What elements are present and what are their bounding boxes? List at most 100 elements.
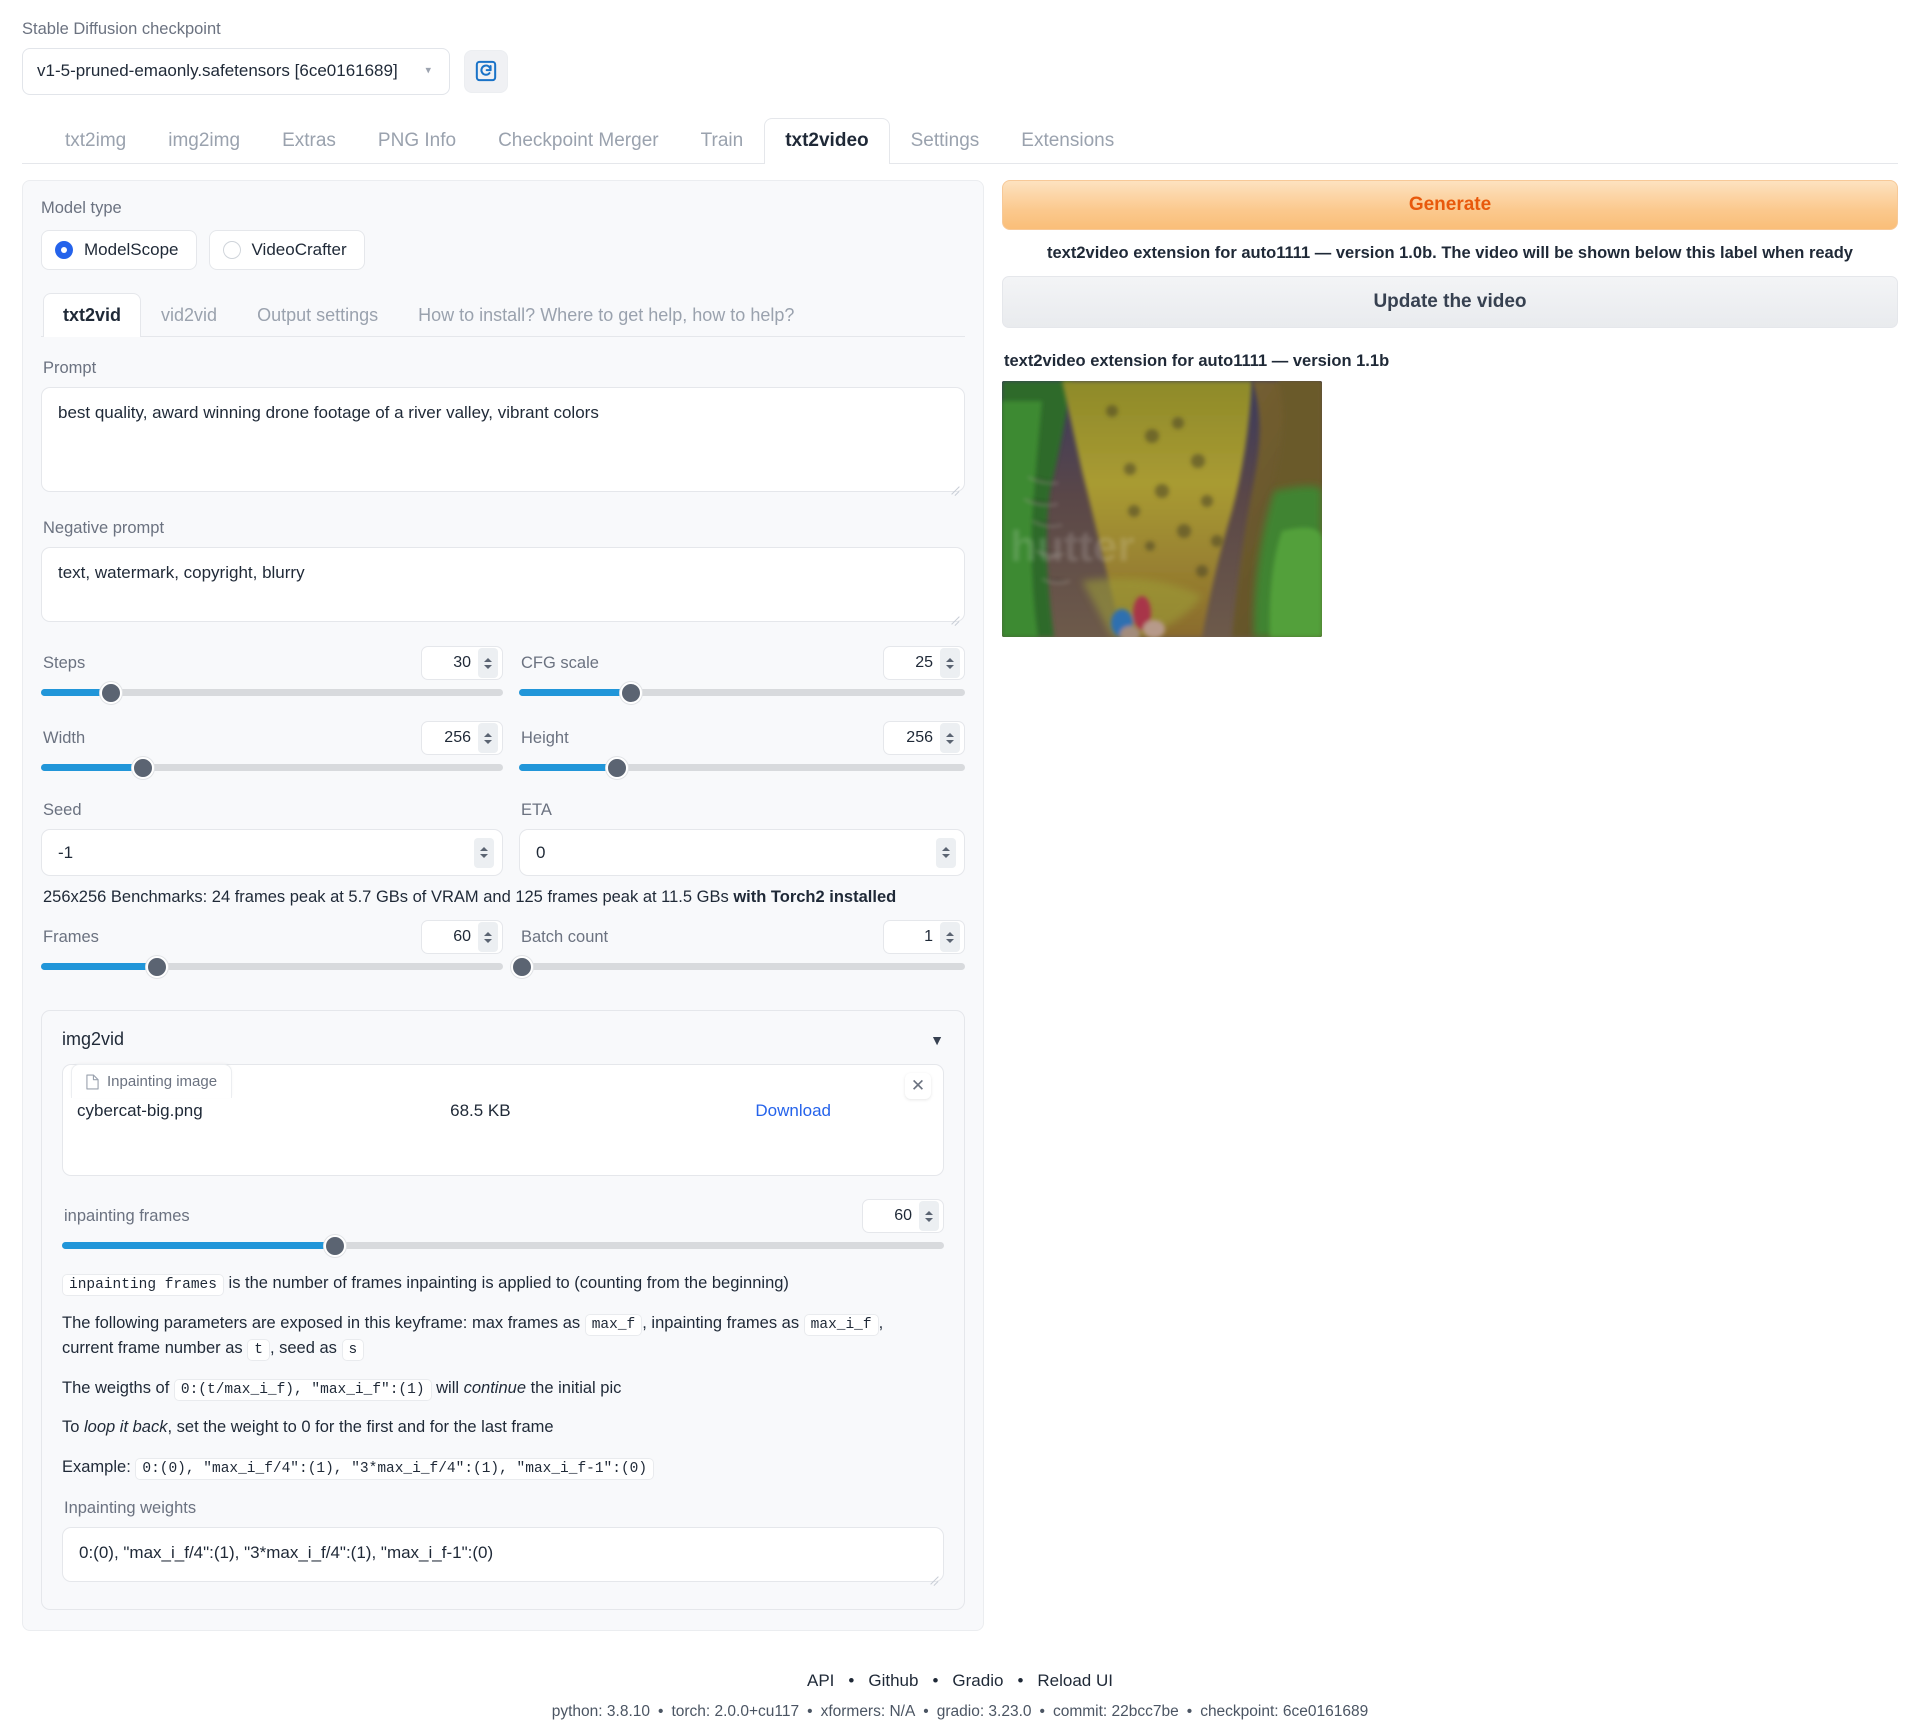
doc-line-2: The following parameters are exposed in … <box>62 1311 944 1362</box>
batch-count-slider[interactable] <box>510 955 965 978</box>
tab-extras[interactable]: Extras <box>261 118 357 164</box>
frames-slider[interactable] <box>41 955 503 978</box>
footer-separator: • <box>923 1702 929 1720</box>
steps-slider-group: Steps 30 <box>41 643 503 718</box>
footer-separator: • <box>1186 1702 1193 1720</box>
inpainting-image-tab[interactable]: Inpainting image <box>71 1064 233 1099</box>
frames-numbox[interactable]: 60 <box>421 920 503 955</box>
height-slider[interactable] <box>519 756 965 779</box>
tab-train[interactable]: Train <box>680 118 765 164</box>
steps-slider[interactable] <box>41 681 503 704</box>
refresh-checkpoints-button[interactable] <box>464 49 508 93</box>
doc-code-s: s <box>341 1339 365 1362</box>
doc-line-2c: , <box>878 1313 884 1332</box>
footer-link-gradio[interactable]: Gradio <box>952 1671 1003 1690</box>
version-commit: commit: 22bcc7be <box>1052 1702 1179 1720</box>
svg-text:hutter: hutter <box>1010 522 1135 571</box>
height-numbox[interactable]: 256 <box>883 721 965 756</box>
cfg-scale-stepper[interactable] <box>940 648 960 679</box>
doc-code-example: 0:(0), "max_i_f/4":(1), "3*max_i_f/4":(1… <box>135 1458 655 1480</box>
footer-separator: • <box>807 1702 813 1720</box>
checkpoint-field: Stable Diffusion checkpoint v1-5-pruned-… <box>22 20 450 95</box>
frames-stepper[interactable] <box>478 922 498 953</box>
tab-img2img[interactable]: img2img <box>147 118 261 164</box>
steps-value: 30 <box>453 654 471 672</box>
subtab-txt2vid[interactable]: txt2vid <box>43 292 142 338</box>
tab-txt2video[interactable]: txt2video <box>764 117 890 164</box>
batch-count-value: 1 <box>924 928 933 946</box>
frames-slider-group: Frames 60 <box>41 917 503 992</box>
inpainting-frames-numbox[interactable]: 60 <box>862 1199 944 1234</box>
doc-line-5: To loop it back, set the weight to 0 for… <box>62 1415 944 1441</box>
inpainting-image-tab-label: Inpainting image <box>107 1073 218 1091</box>
batch-count-stepper[interactable] <box>940 922 960 953</box>
checkpoint-label: Stable Diffusion checkpoint <box>22 20 221 38</box>
doc-line-5a: To <box>62 1418 85 1437</box>
update-video-button[interactable]: Update the video <box>1002 275 1898 328</box>
steps-cfg-row: Steps 30 CFG scale 25 <box>41 643 965 718</box>
doc-line-5b: , set the weight to 0 for the first and … <box>167 1418 554 1437</box>
width-label: Width <box>43 728 86 747</box>
inpainting-frames-value: 60 <box>894 1207 912 1225</box>
radio-modelscope[interactable]: ModelScope <box>41 229 197 270</box>
subtab-how-to-install[interactable]: How to install? Where to get help, how t… <box>398 293 814 338</box>
generate-button[interactable]: Generate <box>1002 179 1898 230</box>
subtab-vid2vid[interactable]: vid2vid <box>141 293 237 338</box>
negative-prompt-input[interactable] <box>41 547 965 623</box>
height-stepper[interactable] <box>940 723 960 754</box>
inpainting-frames-slider[interactable] <box>62 1234 944 1257</box>
seed-input[interactable]: -1 <box>41 829 503 877</box>
tab-extensions[interactable]: Extensions <box>1000 118 1135 164</box>
refresh-icon <box>475 61 497 82</box>
width-numbox[interactable]: 256 <box>421 721 503 756</box>
height-value: 256 <box>906 729 933 747</box>
eta-stepper[interactable] <box>936 837 956 868</box>
seed-stepper[interactable] <box>474 837 494 868</box>
table-row: cybercat-big.png 68.5 KB Download <box>63 1099 943 1121</box>
video-output-preview[interactable]: hutter <box>1002 380 1322 637</box>
checkpoint-bar: Stable Diffusion checkpoint v1-5-pruned-… <box>14 0 1906 95</box>
cfg-scale-numbox[interactable]: 25 <box>883 646 965 681</box>
batch-count-label: Batch count <box>521 927 609 946</box>
remove-file-button[interactable]: ✕ <box>905 1073 931 1100</box>
steps-stepper[interactable] <box>478 648 498 679</box>
img2vid-title: img2vid <box>62 1029 125 1050</box>
doc-line-1: inpainting frames is the number of frame… <box>62 1271 944 1297</box>
doc-line-4c: the initial pic <box>526 1378 622 1397</box>
footer-link-reload-ui[interactable]: Reload UI <box>1037 1671 1113 1690</box>
cfg-scale-slider[interactable] <box>519 681 965 704</box>
radio-videocrafter[interactable]: VideoCrafter <box>208 229 365 270</box>
footer-separator: • <box>932 1670 939 1690</box>
chevron-down-icon[interactable]: ▼ <box>930 1032 944 1048</box>
eta-input[interactable]: 0 <box>519 829 965 877</box>
steps-numbox[interactable]: 30 <box>421 646 503 681</box>
footer-link-github[interactable]: Github <box>868 1671 918 1690</box>
doc-line-1-text: is the number of frames inpainting is ap… <box>223 1274 789 1293</box>
left-column: Model type ModelScope VideoCrafter txt2v… <box>22 179 984 1631</box>
tab-png-info[interactable]: PNG Info <box>357 118 477 164</box>
doc-line-2b: , inpainting frames as <box>642 1313 804 1332</box>
width-stepper[interactable] <box>478 723 498 754</box>
footer-link-api[interactable]: API <box>807 1671 834 1690</box>
tab-checkpoint-merger[interactable]: Checkpoint Merger <box>477 118 680 164</box>
doc-line-3a: current frame number as <box>62 1339 248 1358</box>
batch-count-numbox[interactable]: 1 <box>883 920 965 955</box>
img2vid-accordion-header[interactable]: img2vid ▼ <box>42 1011 964 1064</box>
inpainting-weights-input[interactable] <box>62 1526 944 1582</box>
prompt-input[interactable] <box>41 387 965 493</box>
seed-eta-row: Seed -1 ETA 0 <box>41 793 965 877</box>
doc-line-5-em: loop it back <box>84 1418 168 1437</box>
app-root: Stable Diffusion checkpoint v1-5-pruned-… <box>0 0 1920 1720</box>
footer-separator: • <box>658 1702 664 1720</box>
inpainting-frames-stepper[interactable] <box>919 1201 939 1232</box>
height-label: Height <box>521 728 569 747</box>
eta-value: 0 <box>536 842 546 862</box>
negative-prompt-label: Negative prompt <box>43 519 165 538</box>
tab-txt2img[interactable]: txt2img <box>44 118 147 164</box>
width-slider[interactable] <box>41 756 503 779</box>
checkpoint-select[interactable]: v1-5-pruned-emaonly.safetensors [6ce0161… <box>22 47 450 95</box>
subtab-output-settings[interactable]: Output settings <box>237 293 398 338</box>
tab-settings[interactable]: Settings <box>890 118 1001 164</box>
inpainting-frames-group: inpainting frames 60 <box>62 1196 944 1257</box>
download-link[interactable]: Download <box>755 1101 831 1121</box>
